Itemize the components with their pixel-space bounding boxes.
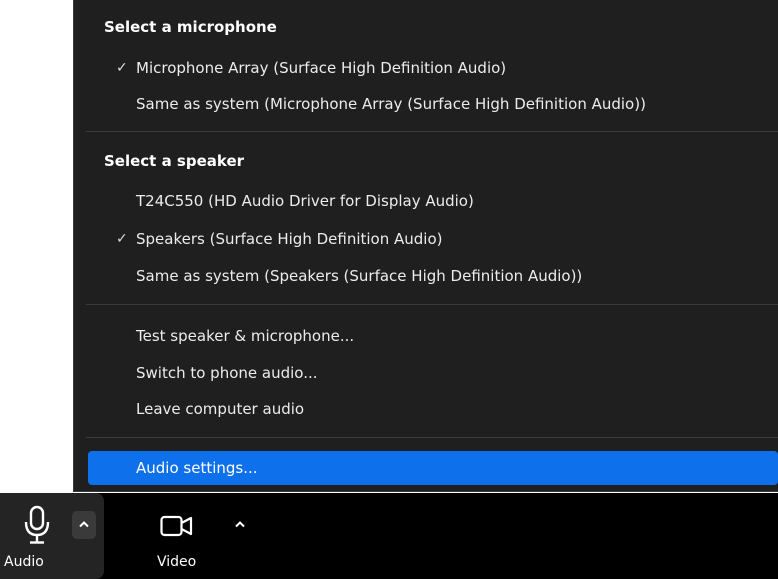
menu-item-label: Test speaker & microphone...: [136, 327, 355, 345]
chevron-up-icon: [235, 521, 245, 528]
video-camera-icon: [160, 515, 193, 537]
microphone-option-array[interactable]: ✓ Microphone Array (Surface High Definit…: [86, 50, 778, 86]
switch-to-phone-audio-item[interactable]: Switch to phone audio...: [86, 355, 778, 391]
speaker-section-title: Select a speaker: [104, 152, 245, 170]
divider: [86, 131, 778, 132]
check-icon: ✓: [116, 60, 128, 76]
microphone-section-title: Select a microphone: [104, 18, 277, 36]
menu-item-label: Audio settings...: [136, 459, 258, 477]
microphone-option-same-as-system[interactable]: Same as system (Microphone Array (Surfac…: [86, 86, 778, 122]
speaker-option-label: Same as system (Speakers (Surface High D…: [136, 267, 583, 285]
divider: [86, 437, 778, 438]
divider: [86, 304, 778, 305]
check-icon: ✓: [116, 231, 128, 247]
microphone-option-label: Same as system (Microphone Array (Surfac…: [136, 95, 646, 113]
audio-options-menu: Select a microphone ✓ Microphone Array (…: [73, 0, 778, 492]
audio-options-caret[interactable]: [72, 511, 96, 539]
speaker-option-label: T24C550 (HD Audio Driver for Display Aud…: [136, 192, 474, 210]
speaker-option-surface[interactable]: ✓ Speakers (Surface High Definition Audi…: [86, 221, 778, 257]
audio-settings-item[interactable]: Audio settings...: [88, 451, 778, 485]
video-label: Video: [157, 554, 197, 570]
menu-item-label: Leave computer audio: [136, 400, 305, 418]
chevron-up-icon: [79, 521, 89, 528]
meeting-toolbar: Audio Video: [0, 493, 778, 579]
test-speaker-microphone-item[interactable]: Test speaker & microphone...: [86, 318, 778, 354]
speaker-option-same-as-system[interactable]: Same as system (Speakers (Surface High D…: [86, 258, 778, 294]
microphone-icon: [24, 505, 50, 544]
menu-item-label: Switch to phone audio...: [136, 364, 318, 382]
audio-button[interactable]: Audio: [0, 493, 104, 579]
speaker-option-t24c550[interactable]: T24C550 (HD Audio Driver for Display Aud…: [86, 183, 778, 219]
speaker-option-label: Speakers (Surface High Definition Audio): [136, 230, 443, 248]
leave-computer-audio-item[interactable]: Leave computer audio: [86, 391, 778, 427]
microphone-option-label: Microphone Array (Surface High Definitio…: [136, 59, 507, 77]
video-options-caret[interactable]: [228, 511, 252, 539]
audio-label: Audio: [4, 554, 44, 570]
